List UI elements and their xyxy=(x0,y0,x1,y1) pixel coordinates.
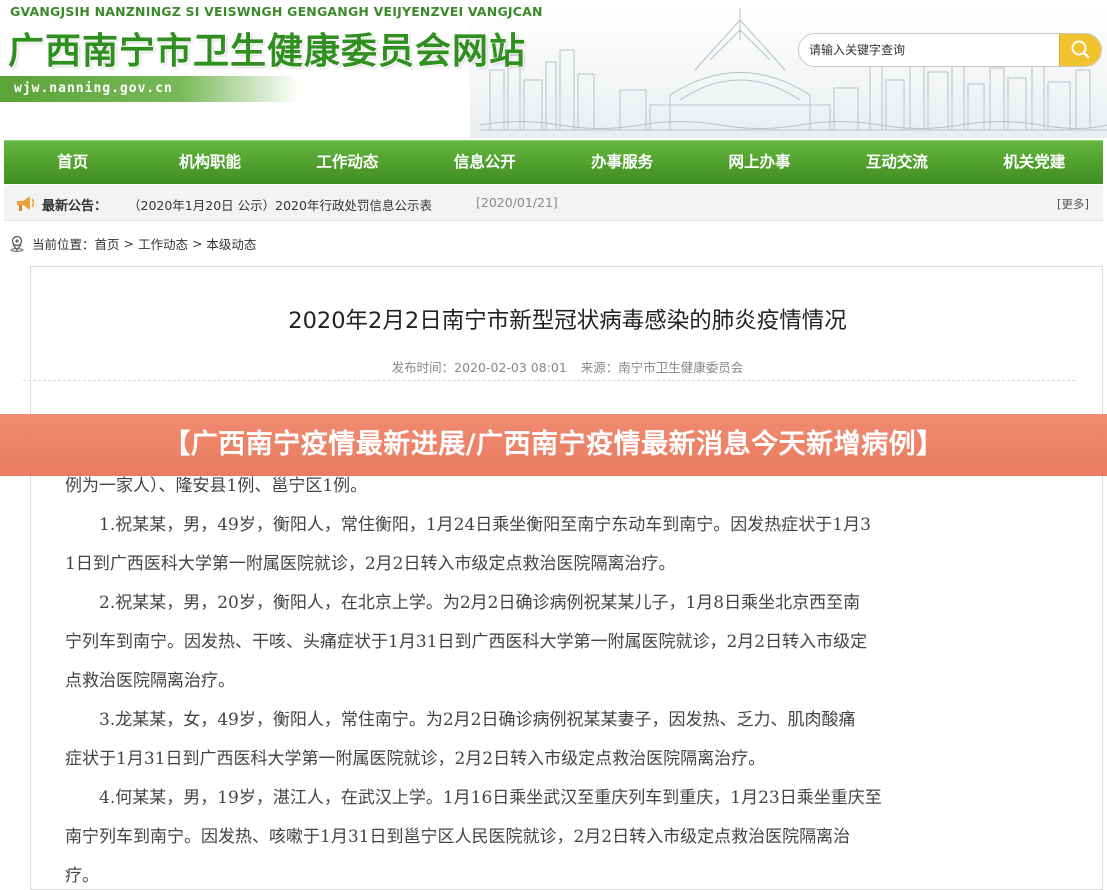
article-body-line: 1.祝某某，男，49岁，衡阳人，常住衡阳，1月24日乘坐衡阳至南宁东动车到南宁。… xyxy=(65,515,871,535)
article-body-line: 点救治医院隔离治疗。 xyxy=(65,671,235,691)
breadcrumb-home[interactable]: 首页 xyxy=(95,234,120,253)
notice-label: 最新公告： xyxy=(42,199,108,214)
article-body-line: 宁列车到南宁。因发热、干咳、头痛症状于1月31日到广西医科大学第一附属医院就诊，… xyxy=(65,632,868,652)
article-body: 例为一家人）、隆安县1例、邕宁区1例。 1.祝某某，男，49岁，衡阳人，常住衡阳… xyxy=(65,467,1055,890)
notice-more-link[interactable]: [更多] xyxy=(1057,196,1089,212)
breadcrumb-separator: > xyxy=(119,235,138,251)
article-divider xyxy=(23,380,1075,381)
nav-item-party-building[interactable]: 机关党建 xyxy=(966,141,1103,184)
headline-overlay-text: 【广西南宁疫情最新进展/广西南宁疫情最新消息今天新增病例】 xyxy=(163,429,944,460)
site-pinyin-name: GVANGJSIH NANZNINGZ SI VEISWNGH GENGANGH… xyxy=(10,4,543,19)
site-title[interactable]: 广西南宁市卫生健康委员会网站 xyxy=(8,22,526,74)
search-button[interactable] xyxy=(1059,34,1101,66)
latest-notice-bar: 最新公告： （2020年1月20日 公示）2020年行政处罚信息公示表 [202… xyxy=(4,185,1103,221)
search-input[interactable] xyxy=(809,34,1059,66)
notice-date: [2020/01/21] xyxy=(476,195,558,210)
city-skyline-illustration xyxy=(480,8,1107,131)
location-pin-icon xyxy=(10,235,24,252)
nav-item-work-news[interactable]: 工作动态 xyxy=(279,141,416,184)
article-body-line: 疗。 xyxy=(65,866,99,886)
article-meta: 发布时间：2020-02-03 08:01 来源：南宁市卫生健康委员会 xyxy=(31,357,1104,376)
article-container: 2020年2月2日南宁市新型冠状病毒感染的肺炎疫情情况 发布时间：2020-02… xyxy=(23,266,1104,890)
article-publish-time: 发布时间：2020-02-03 08:01 xyxy=(391,360,567,375)
search-box xyxy=(798,33,1102,67)
site-url: wjw.nanning.gov.cn xyxy=(14,81,173,96)
nav-item-interaction[interactable]: 互动交流 xyxy=(828,141,965,184)
headline-overlay-banner: 【广西南宁疫情最新进展/广西南宁疫情最新消息今天新增病例】 xyxy=(0,414,1107,476)
notice-link[interactable]: （2020年1月20日 公示）2020年行政处罚信息公示表 xyxy=(128,195,432,214)
site-header: GVANGJSIH NANZNINGZ SI VEISWNGH GENGANGH… xyxy=(0,0,1107,138)
breadcrumb-section[interactable]: 工作动态 xyxy=(138,234,188,253)
article-body-line: 2.祝某某，男，20岁，衡阳人，在北京上学。为2月2日确诊病例祝某某儿子，1月8… xyxy=(65,593,861,613)
main-nav: 首页 机构职能 工作动态 信息公开 办事服务 网上办事 互动交流 机关党建 xyxy=(4,140,1103,184)
search-icon xyxy=(1071,40,1090,59)
article-body-line: 症状于1月31日到广西医科大学第一附属医院就诊，2月2日转入市级定点救治医院隔离… xyxy=(65,749,766,769)
breadcrumb-current[interactable]: 本级动态 xyxy=(206,234,256,253)
article-body-line: 3.龙某某，女，49岁，衡阳人，常住南宁。为2月2日确诊病例祝某某妻子，因发热、… xyxy=(65,710,856,730)
breadcrumb: 当前位置： 首页 > 工作动态 > 本级动态 xyxy=(8,233,256,253)
article-source: 来源：南宁市卫生健康委员会 xyxy=(580,360,744,375)
nav-item-online-services[interactable]: 网上办事 xyxy=(691,141,828,184)
breadcrumb-prefix: 当前位置： xyxy=(32,236,95,252)
article-body-line: 南宁列车到南宁。因发热、咳嗽于1月31日到邕宁区人民医院就诊，2月2日转入市级定… xyxy=(65,827,851,847)
nav-item-functions[interactable]: 机构职能 xyxy=(141,141,278,184)
megaphone-icon xyxy=(17,196,35,211)
article-title: 2020年2月2日南宁市新型冠状病毒感染的肺炎疫情情况 xyxy=(288,308,847,334)
breadcrumb-separator: > xyxy=(187,235,207,251)
nav-item-home[interactable]: 首页 xyxy=(4,141,141,184)
article-body-line: 1日到广西医科大学第一附属医院就诊，2月2日转入市级定点救治医院隔离治疗。 xyxy=(65,554,676,574)
article-body-line: 4.何某某，男，19岁，湛江人，在武汉上学。1月16日乘坐武汉至重庆列车到重庆，… xyxy=(65,788,882,808)
nav-item-services[interactable]: 办事服务 xyxy=(554,141,691,184)
nav-item-info-disclosure[interactable]: 信息公开 xyxy=(416,141,553,184)
